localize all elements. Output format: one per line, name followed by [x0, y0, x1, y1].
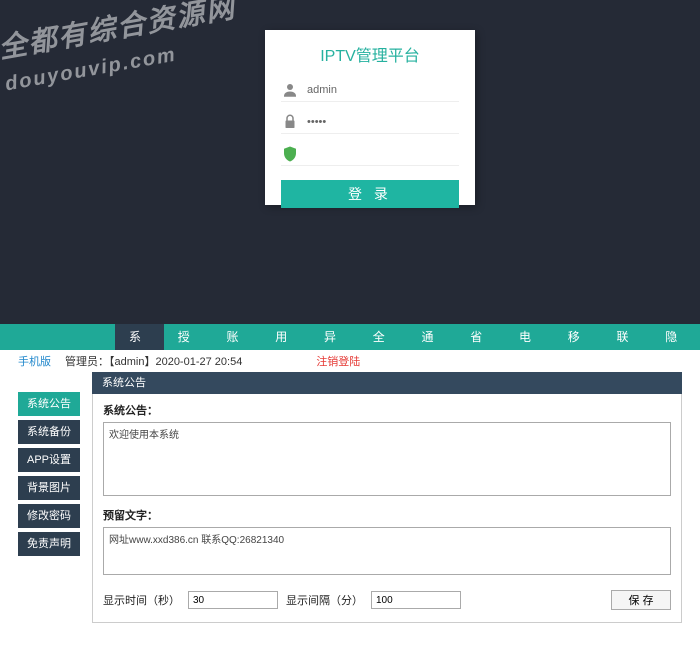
password-row — [281, 110, 459, 134]
main-panel: 系统公告 系统公告： 预留文字： 显示时间（秒） 显示间隔（分） 保 存 — [92, 372, 682, 623]
login-section: 全都有综合资源网 douyouvip.com IPTV管理平台 登 录 — [0, 0, 700, 324]
panel-header: 系统公告 — [92, 372, 682, 394]
reserved-textarea[interactable] — [103, 527, 671, 575]
panel-body: 系统公告： 预留文字： 显示时间（秒） 显示间隔（分） 保 存 — [92, 394, 682, 623]
display-interval-input[interactable] — [371, 591, 461, 609]
admin-section: 系统授权账号用户异常全网通用省内电信移动联通隐藏 手机版 管理员：【admin】… — [0, 324, 700, 649]
reserved-block: 预留文字： — [103, 507, 671, 578]
nav-item-2[interactable]: 账号 — [213, 324, 262, 350]
sidebar-item-2[interactable]: APP设置 — [18, 448, 80, 472]
user-icon — [281, 81, 299, 99]
nav-item-9[interactable]: 移动 — [554, 324, 603, 350]
nav-item-8[interactable]: 电信 — [505, 324, 554, 350]
shield-icon — [281, 145, 299, 163]
sidebar-item-1[interactable]: 系统备份 — [18, 420, 80, 444]
password-input[interactable] — [307, 116, 459, 128]
nav-item-3[interactable]: 用户 — [261, 324, 310, 350]
sidebar-item-5[interactable]: 免责声明 — [18, 532, 80, 556]
nav-item-4[interactable]: 异常 — [310, 324, 359, 350]
nav-item-10[interactable]: 联通 — [603, 324, 652, 350]
sidebar-item-4[interactable]: 修改密码 — [18, 504, 80, 528]
username-row — [281, 78, 459, 102]
login-title: IPTV管理平台 — [281, 42, 459, 66]
nav-item-11[interactable]: 隐藏 — [651, 324, 700, 350]
login-box: IPTV管理平台 登 录 — [265, 30, 475, 205]
mobile-link[interactable]: 手机版 — [18, 353, 51, 369]
nav-item-0[interactable]: 系统 — [115, 324, 164, 350]
nav-item-1[interactable]: 授权 — [164, 324, 213, 350]
display-interval-label: 显示间隔（分） — [286, 592, 363, 608]
info-bar: 手机版 管理员：【admin】2020-01-27 20:54 注销登陆 — [0, 350, 700, 372]
captcha-input[interactable] — [307, 148, 459, 160]
username-input[interactable] — [307, 84, 459, 96]
nav-item-5[interactable]: 全网 — [359, 324, 408, 350]
announcement-block: 系统公告： — [103, 402, 671, 499]
sidebar-item-0[interactable]: 系统公告 — [18, 392, 80, 416]
announcement-textarea[interactable] — [103, 422, 671, 496]
admin-info: 管理员：【admin】2020-01-27 20:54 — [65, 353, 242, 369]
nav-item-6[interactable]: 通用 — [408, 324, 457, 350]
top-nav: 系统授权账号用户异常全网通用省内电信移动联通隐藏 — [0, 324, 700, 350]
watermark: 全都有综合资源网 douyouvip.com — [0, 0, 244, 98]
content-area: 系统公告系统备份 APP设置背景图片修改密码免责声明 系统公告 系统公告： 预留文… — [0, 372, 700, 623]
sidebar: 系统公告系统备份 APP设置背景图片修改密码免责声明 — [18, 372, 80, 623]
logout-link[interactable]: 注销登陆 — [316, 353, 360, 369]
reserved-label: 预留文字： — [103, 507, 671, 523]
settings-row: 显示时间（秒） 显示间隔（分） 保 存 — [103, 586, 671, 614]
save-button[interactable]: 保 存 — [611, 590, 671, 610]
announcement-label: 系统公告： — [103, 402, 671, 418]
sidebar-item-3[interactable]: 背景图片 — [18, 476, 80, 500]
login-button[interactable]: 登 录 — [281, 180, 459, 208]
lock-icon — [281, 113, 299, 131]
nav-item-7[interactable]: 省内 — [456, 324, 505, 350]
captcha-row — [281, 142, 459, 166]
display-time-input[interactable] — [188, 591, 278, 609]
display-time-label: 显示时间（秒） — [103, 592, 180, 608]
